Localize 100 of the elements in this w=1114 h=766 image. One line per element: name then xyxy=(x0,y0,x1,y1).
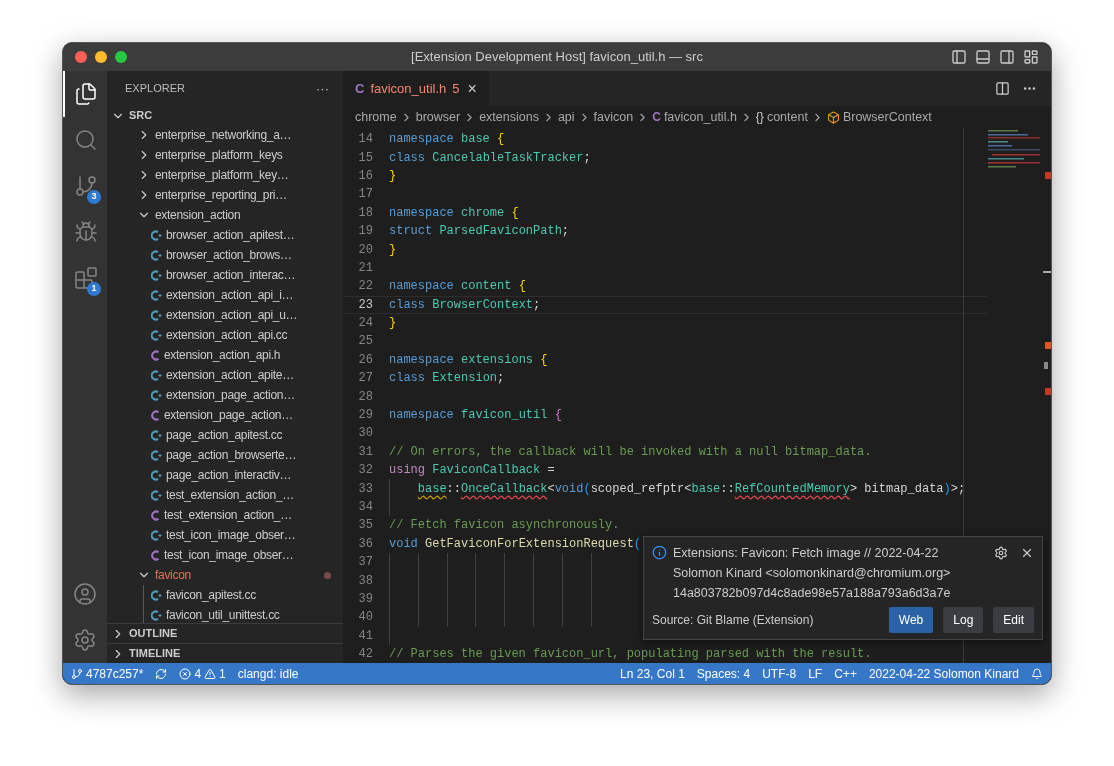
line-number: 42 xyxy=(357,646,373,663)
action-button[interactable]: Web xyxy=(888,607,934,633)
code-token: // Fetch favicon asynchronously. xyxy=(389,517,620,535)
branch-status[interactable]: 4787c257* xyxy=(71,664,144,683)
breadcrumb-item[interactable]: extensions xyxy=(479,107,539,127)
warning-count: 1 xyxy=(219,665,226,683)
customize-layout-icon[interactable] xyxy=(1023,49,1039,65)
settings-icon[interactable] xyxy=(994,546,1008,560)
file-row[interactable]: test_extension_action_… xyxy=(107,505,343,525)
code-token: base xyxy=(417,480,447,498)
file-row[interactable]: test_icon_image_obser… xyxy=(107,525,343,545)
file-row[interactable]: favicon_apitest.cc xyxy=(107,585,343,605)
folder-row[interactable]: favicon xyxy=(107,565,343,585)
file-row[interactable]: test_extension_action_… xyxy=(107,485,343,505)
minimize-window-button[interactable] xyxy=(95,51,107,63)
file-name: test_extension_action_… xyxy=(164,507,292,524)
extensions-icon xyxy=(74,266,98,290)
code-token: struct xyxy=(389,223,434,241)
folder-row[interactable]: enterprise_reporting_pri… xyxy=(107,185,343,205)
section-title: OUTLINE xyxy=(129,626,178,642)
cpp-file-icon xyxy=(151,329,162,341)
folder-row[interactable]: extension_action xyxy=(107,205,343,225)
sync-icon[interactable] xyxy=(155,667,168,680)
notifications-icon[interactable] xyxy=(1031,667,1043,680)
breadcrumb-item[interactable]: favicon_util.h xyxy=(663,107,737,127)
editor-tab[interactable]: C favicon_util.h 5 × xyxy=(343,71,489,106)
breadcrumb-item[interactable]: favicon xyxy=(593,107,634,127)
file-row[interactable]: extension_page_action… xyxy=(107,405,343,425)
file-row[interactable]: browser_action_brows… xyxy=(107,245,343,265)
breadcrumb-item[interactable]: api xyxy=(557,107,575,127)
file-row[interactable]: browser_action_interac… xyxy=(107,265,343,285)
file-row[interactable]: extension_action_api.h xyxy=(107,345,343,365)
panel-section-header[interactable]: OUTLINE xyxy=(107,623,343,643)
more-actions-button[interactable]: ··· xyxy=(316,78,329,99)
file-row[interactable]: test_icon_image_obser… xyxy=(107,545,343,565)
root-folder-header[interactable]: SRC xyxy=(107,106,343,125)
code-token: using xyxy=(389,462,426,480)
toggle-panel-icon[interactable] xyxy=(975,49,991,65)
c-header-file-icon xyxy=(151,509,160,521)
file-row[interactable]: page_action_apitest.cc xyxy=(107,425,343,445)
breadcrumb-item[interactable]: chrome xyxy=(355,107,397,127)
close-tab-button[interactable]: × xyxy=(467,76,477,101)
status-item[interactable]: 2022-04-22 Solomon Kinard xyxy=(868,664,1019,683)
code-token: :: xyxy=(446,480,461,498)
error-icon xyxy=(179,667,192,680)
cpp-file-icon xyxy=(151,269,162,281)
action-button[interactable]: Log xyxy=(943,607,984,633)
code-token: { xyxy=(511,204,519,222)
code-token: OnceCallback xyxy=(461,480,548,498)
line-number: 28 xyxy=(357,388,373,406)
cpp-file-icon xyxy=(151,229,162,241)
folder-row[interactable]: enterprise_platform_key… xyxy=(107,165,343,185)
status-item[interactable]: LF xyxy=(808,664,823,683)
file-row[interactable]: extension_action_apite… xyxy=(107,365,343,385)
file-row[interactable]: extension_action_api_u… xyxy=(107,305,343,325)
folder-row[interactable]: enterprise_networking_a… xyxy=(107,125,343,145)
code-token: ; xyxy=(497,370,505,388)
zoom-window-button[interactable] xyxy=(115,51,127,63)
code-token: } xyxy=(389,167,397,185)
extensions-activity-button[interactable]: 1 xyxy=(63,255,107,301)
cpp-file-icon xyxy=(151,369,162,381)
file-row[interactable]: favicon_util_unittest.cc xyxy=(107,605,343,623)
close-window-button[interactable] xyxy=(75,51,87,63)
code-token: content xyxy=(461,278,513,296)
line-number: 37 xyxy=(357,554,373,572)
code-token: FaviconCallback xyxy=(432,462,542,480)
sidebar-title: EXPLORER xyxy=(125,81,185,97)
line-number: 38 xyxy=(357,572,373,590)
file-name: extension_action_api_u… xyxy=(166,307,298,324)
status-item[interactable]: UTF-8 xyxy=(762,664,797,683)
file-row[interactable]: browser_action_apitest… xyxy=(107,225,343,245)
code-token: // On errors, the callback will be invoked with a null bitmap_data. xyxy=(389,443,872,461)
status-item[interactable]: C++ xyxy=(834,664,857,683)
code-token: { xyxy=(540,351,548,369)
file-row[interactable]: extension_action_api_i… xyxy=(107,285,343,305)
status-item[interactable]: clangd: idle xyxy=(237,664,299,683)
source-control-activity-button[interactable]: 3 xyxy=(63,163,107,209)
status-item[interactable]: Ln 23, Col 1 xyxy=(620,664,685,683)
toggle-sidebar-icon[interactable] xyxy=(951,49,967,65)
action-button[interactable]: Edit xyxy=(993,607,1034,633)
code-token: ; xyxy=(561,223,570,241)
account-icon[interactable] xyxy=(73,582,97,606)
count-badge: 1 xyxy=(87,282,101,296)
file-row[interactable]: extension_page_action… xyxy=(107,385,343,405)
close-icon[interactable] xyxy=(1020,546,1034,560)
breadcrumb-item[interactable]: browser xyxy=(415,107,461,127)
file-row[interactable]: extension_action_api.cc xyxy=(107,325,343,345)
problems-status[interactable]: 4 1 xyxy=(179,664,226,683)
file-name: page_action_interactiv… xyxy=(166,467,292,484)
breadcrumb-item[interactable]: content xyxy=(766,107,808,127)
file-row[interactable]: page_action_interactiv… xyxy=(107,465,343,485)
breadcrumb-item[interactable]: BrowserContext xyxy=(842,107,932,127)
line-number: 23 xyxy=(357,296,373,314)
folder-row[interactable]: enterprise_platform_keys xyxy=(107,145,343,165)
file-row[interactable]: page_action_browserte… xyxy=(107,445,343,465)
toggle-secondary-sidebar-icon[interactable] xyxy=(999,49,1015,65)
file-name: extension_action xyxy=(155,207,241,224)
split-editor-icon[interactable] xyxy=(995,81,1010,96)
status-item[interactable]: Spaces: 4 xyxy=(696,664,751,683)
line-number: 16 xyxy=(357,167,373,185)
